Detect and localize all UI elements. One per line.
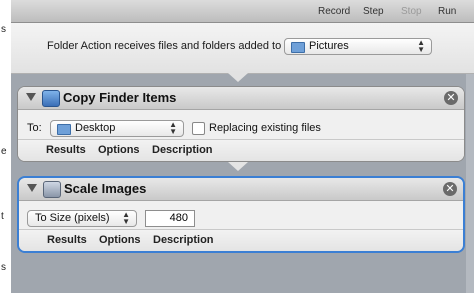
- close-icon[interactable]: ✕: [444, 91, 458, 105]
- workflow-connector: [228, 73, 248, 82]
- list-fragment: s: [1, 24, 6, 35]
- stop-button[interactable]: Stop: [401, 6, 422, 17]
- list-fragment: s: [1, 262, 6, 273]
- folder-action-header: Folder Action receives files and folders…: [11, 23, 474, 74]
- run-button[interactable]: Run: [438, 6, 456, 17]
- tab-description[interactable]: Description: [153, 234, 214, 246]
- folder-target-value: Pictures: [309, 40, 349, 52]
- tab-description[interactable]: Description: [152, 144, 213, 156]
- tab-options[interactable]: Options: [98, 144, 140, 156]
- popup-arrows-icon: ▲ ▼: [417, 38, 425, 54]
- replace-label: Replacing existing files: [209, 122, 321, 134]
- action-tabs: Results Options Description: [18, 139, 464, 161]
- action-copy-finder-items[interactable]: Copy Finder Items ✕ To: Desktop ▲ ▼ Repla…: [17, 86, 465, 162]
- destination-value: Desktop: [75, 122, 116, 134]
- tab-options[interactable]: Options: [99, 234, 141, 246]
- to-label: To:: [27, 122, 42, 134]
- list-fragment: t: [1, 211, 4, 222]
- disclosure-triangle-icon[interactable]: [27, 184, 37, 192]
- record-button[interactable]: Record: [318, 6, 350, 17]
- workflow-connector: [228, 162, 248, 171]
- scale-mode-popup[interactable]: To Size (pixels) ▲ ▼: [27, 210, 137, 227]
- close-icon[interactable]: ✕: [443, 182, 457, 196]
- list-fragment: e: [1, 146, 7, 157]
- step-button[interactable]: Step: [363, 6, 384, 17]
- size-field[interactable]: 480: [145, 210, 195, 227]
- folder-target-popup[interactable]: Pictures ▲ ▼: [284, 38, 432, 55]
- action-tabs: Results Options Description: [19, 229, 463, 251]
- preview-icon: [43, 181, 61, 198]
- action-title: Copy Finder Items: [63, 90, 177, 105]
- folder-icon: [57, 124, 71, 135]
- tab-results[interactable]: Results: [47, 234, 87, 246]
- toolbar: Record Step Stop Run: [11, 0, 474, 23]
- folder-action-label: Folder Action receives files and folders…: [47, 40, 282, 52]
- disclosure-triangle-icon[interactable]: [26, 93, 36, 101]
- folder-icon: [291, 42, 305, 53]
- replace-checkbox[interactable]: [192, 122, 205, 135]
- scale-mode-value: To Size (pixels): [35, 212, 110, 224]
- finder-icon: [42, 90, 60, 107]
- action-title-bar[interactable]: Scale Images ✕: [19, 178, 463, 201]
- tab-results[interactable]: Results: [46, 144, 86, 156]
- action-title: Scale Images: [64, 181, 147, 196]
- destination-popup[interactable]: Desktop ▲ ▼: [50, 120, 184, 137]
- action-scale-images[interactable]: Scale Images ✕ To Size (pixels) ▲ ▼ 480 R…: [17, 176, 465, 253]
- popup-arrows-icon: ▲ ▼: [122, 210, 130, 226]
- popup-arrows-icon: ▲ ▼: [169, 120, 177, 136]
- action-title-bar[interactable]: Copy Finder Items ✕: [18, 87, 464, 110]
